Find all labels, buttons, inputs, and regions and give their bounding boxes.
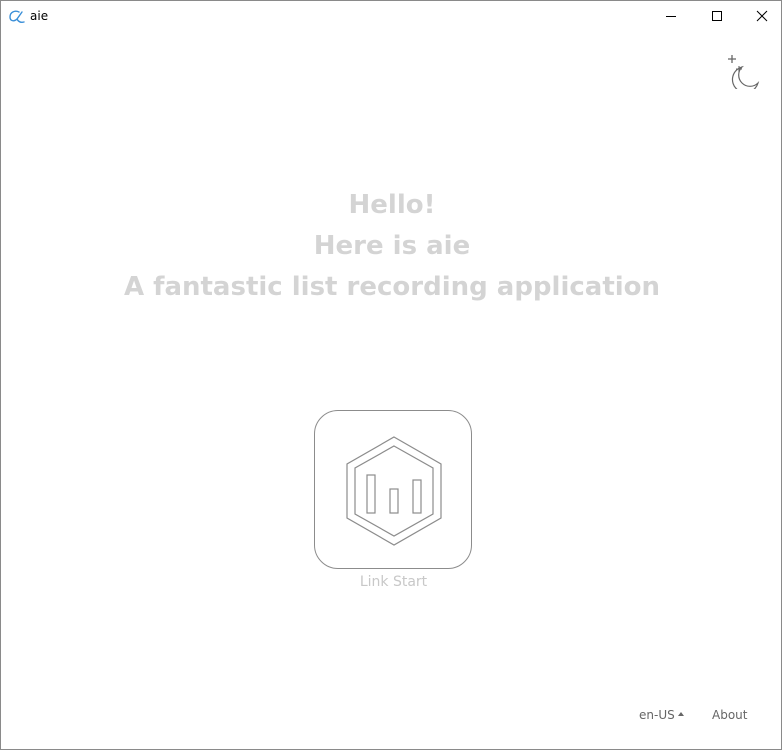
minimize-icon (665, 7, 677, 26)
maximize-icon (711, 7, 723, 26)
welcome-heading: Hello! (348, 190, 436, 220)
link-start-label: Link Start (359, 574, 428, 590)
close-icon (756, 7, 768, 26)
title-bar[interactable]: aie (1, 1, 781, 31)
theme-toggle-button[interactable] (726, 53, 764, 94)
link-start-button[interactable] (314, 410, 472, 569)
app-tagline: A fantastic list recording application (123, 272, 661, 302)
alpha-logo-icon (8, 7, 26, 25)
maximize-button[interactable] (694, 1, 740, 31)
minimize-button[interactable] (648, 1, 694, 31)
language-selector[interactable]: en-US (639, 708, 684, 722)
app-intro-heading: Here is aie (313, 231, 471, 261)
about-link[interactable]: About (712, 708, 747, 722)
window-title: aie (30, 9, 49, 23)
hexagon-bars-icon (345, 435, 443, 547)
close-button[interactable] (739, 1, 781, 31)
caret-up-icon (677, 712, 684, 716)
moon-stars-icon (726, 55, 764, 94)
language-value: en-US (639, 708, 675, 722)
app-window: aie Hello! Here is aie A fantastic list … (0, 0, 782, 750)
